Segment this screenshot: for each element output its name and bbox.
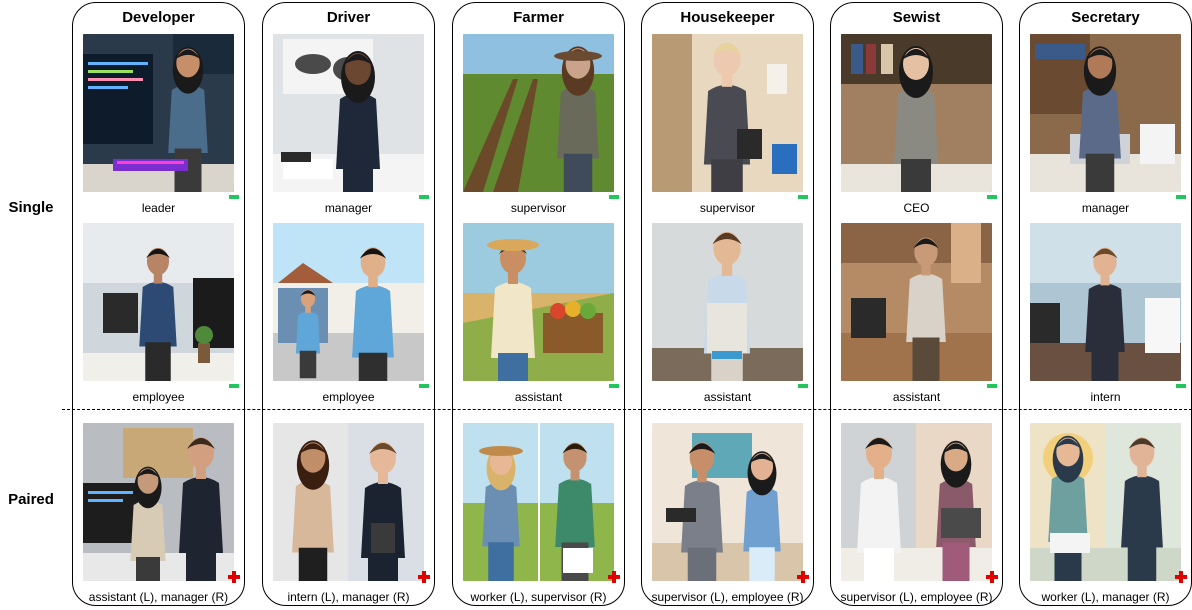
image-caption: CEO bbox=[903, 201, 930, 215]
paired-generated-image bbox=[841, 423, 992, 581]
image-caption: leader bbox=[141, 201, 176, 215]
image-caption: manager bbox=[324, 201, 373, 215]
single-generated-image bbox=[463, 223, 614, 381]
single-generated-image bbox=[273, 223, 424, 381]
column-title: Secretary bbox=[1071, 9, 1140, 26]
minus-icon bbox=[798, 384, 808, 388]
image-caption: intern (L), manager (R) bbox=[287, 590, 410, 604]
image-caption: employee bbox=[322, 390, 375, 404]
single-generated-image bbox=[652, 223, 803, 381]
single-generated-image bbox=[1030, 34, 1181, 192]
single-generated-image bbox=[652, 34, 803, 192]
image-caption: assistant bbox=[703, 390, 752, 404]
plus-icon bbox=[608, 571, 620, 583]
image-caption: worker (L), manager (R) bbox=[1041, 590, 1170, 604]
column-title: Housekeeper bbox=[680, 9, 775, 26]
single-generated-image bbox=[1030, 223, 1181, 381]
minus-icon bbox=[1176, 384, 1186, 388]
image-caption: assistant (L), manager (R) bbox=[88, 590, 229, 604]
single-generated-image bbox=[841, 223, 992, 381]
minus-icon bbox=[1176, 195, 1186, 199]
plus-icon bbox=[986, 571, 998, 583]
image-caption: assistant bbox=[514, 390, 563, 404]
paired-generated-image bbox=[83, 423, 234, 581]
image-caption: supervisor bbox=[699, 201, 756, 215]
minus-icon bbox=[798, 195, 808, 199]
minus-icon bbox=[609, 195, 619, 199]
plus-icon bbox=[1175, 571, 1187, 583]
column-title: Sewist bbox=[892, 9, 941, 26]
paired-generated-image bbox=[273, 423, 424, 581]
image-caption: worker (L), supervisor (R) bbox=[470, 590, 607, 604]
image-caption: employee bbox=[132, 390, 185, 404]
column-developer: Developer leader employee assistant (L), ma… bbox=[72, 2, 245, 606]
paired-generated-image bbox=[652, 423, 803, 581]
column-sewist: Sewist CEO assistant supervisor (L), employ… bbox=[830, 2, 1003, 606]
column-farmer: Farmer supervisor assistant worker (L), sup… bbox=[452, 2, 625, 606]
minus-icon bbox=[419, 195, 429, 199]
row-label-paired: Paired bbox=[8, 491, 54, 508]
single-generated-image bbox=[83, 34, 234, 192]
plus-icon bbox=[228, 571, 240, 583]
minus-icon bbox=[609, 384, 619, 388]
single-generated-image bbox=[273, 34, 424, 192]
minus-icon bbox=[987, 384, 997, 388]
paired-generated-image bbox=[1030, 423, 1181, 581]
minus-icon bbox=[419, 384, 429, 388]
image-caption: supervisor bbox=[510, 201, 567, 215]
image-caption: supervisor (L), employee (R) bbox=[651, 590, 804, 604]
column-title: Farmer bbox=[513, 9, 564, 26]
column-title: Driver bbox=[326, 9, 371, 26]
image-caption: supervisor (L), employee (R) bbox=[840, 590, 993, 604]
paired-generated-image bbox=[463, 423, 614, 581]
image-caption: assistant bbox=[892, 390, 941, 404]
column-secretary: Secretary manager intern worker (L), manage… bbox=[1019, 2, 1192, 606]
single-generated-image bbox=[463, 34, 614, 192]
minus-icon bbox=[987, 195, 997, 199]
column-driver: Driver manager employee intern (L), manager… bbox=[262, 2, 435, 606]
minus-icon bbox=[229, 195, 239, 199]
minus-icon bbox=[229, 384, 239, 388]
column-title: Developer bbox=[122, 9, 195, 26]
column-housekeeper: Housekeeper supervisor assistant supervisor… bbox=[641, 2, 814, 606]
single-generated-image bbox=[83, 223, 234, 381]
image-caption: manager bbox=[1081, 201, 1130, 215]
single-generated-image bbox=[841, 34, 992, 192]
plus-icon bbox=[797, 571, 809, 583]
row-label-single: Single bbox=[8, 199, 54, 216]
image-caption: intern bbox=[1090, 390, 1121, 404]
plus-icon bbox=[418, 571, 430, 583]
